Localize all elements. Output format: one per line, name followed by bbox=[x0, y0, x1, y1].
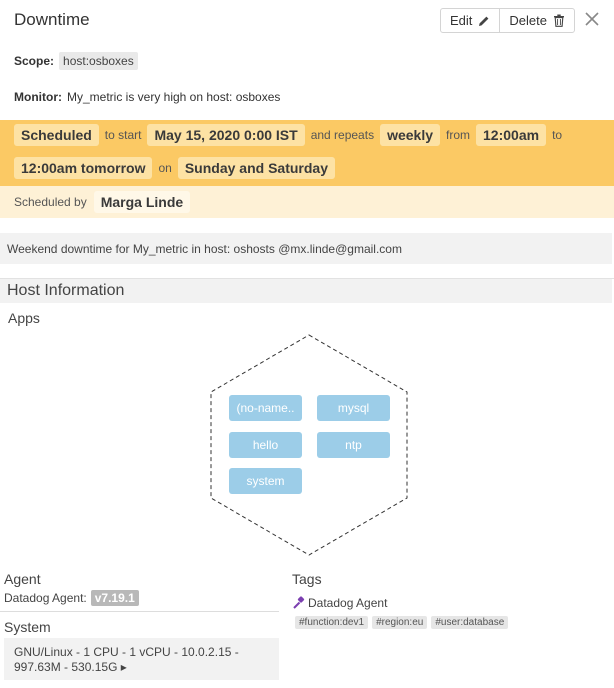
to-text: to bbox=[552, 128, 563, 142]
edit-button[interactable]: Edit bbox=[441, 9, 499, 32]
delete-label: Delete bbox=[509, 13, 547, 28]
delete-button[interactable]: Delete bbox=[499, 9, 574, 32]
days: Sunday and Saturday bbox=[177, 157, 335, 179]
scope-row: Scope: host:osboxes bbox=[14, 52, 138, 70]
page-title: Downtime bbox=[14, 10, 90, 29]
close-icon[interactable] bbox=[584, 11, 600, 27]
agent-text: Datadog Agent: bbox=[4, 591, 87, 605]
monitor-row: Monitor: My_metric is very high on host: … bbox=[14, 90, 280, 104]
divider bbox=[0, 611, 279, 612]
scheduled-by-user: Marga Linde bbox=[93, 191, 191, 213]
header: Downtime Edit Delete bbox=[0, 0, 614, 40]
app-mysql[interactable]: mysql bbox=[317, 395, 390, 421]
host-info-title: Host Information bbox=[0, 279, 612, 303]
tag[interactable]: #region:eu bbox=[372, 616, 428, 629]
tag-list: #function:dev1 #region:eu #user:database bbox=[295, 616, 509, 629]
agent-label: Agent bbox=[4, 571, 41, 587]
edit-label: Edit bbox=[450, 13, 473, 28]
app-ntp[interactable]: ntp bbox=[317, 432, 390, 458]
trash-icon bbox=[553, 14, 564, 27]
to-start-text: to start bbox=[104, 128, 142, 142]
pin-icon bbox=[293, 596, 305, 609]
app-system[interactable]: system bbox=[229, 468, 302, 494]
from-time: 12:00am bbox=[476, 124, 547, 146]
system-label: System bbox=[4, 619, 51, 635]
repeats-text: and repeats bbox=[310, 128, 375, 142]
agent-row: Datadog Agent: v7.19.1 bbox=[4, 590, 139, 606]
apps-label: Apps bbox=[8, 310, 40, 326]
tags-label: Tags bbox=[292, 571, 322, 587]
app-hello[interactable]: hello bbox=[229, 432, 302, 458]
schedule-line-1: Scheduled to start May 15, 2020 0:00 IST… bbox=[14, 124, 568, 146]
pencil-icon bbox=[479, 16, 489, 26]
agent-version: v7.19.1 bbox=[90, 590, 139, 606]
tag[interactable]: #user:database bbox=[431, 616, 509, 629]
tag-source: Datadog Agent bbox=[292, 596, 387, 610]
status-badge: Scheduled bbox=[14, 124, 99, 146]
from-text: from bbox=[446, 128, 471, 142]
schedule-banner: Scheduled to start May 15, 2020 0:00 IST… bbox=[0, 120, 614, 186]
tag-source-label: Datadog Agent bbox=[308, 596, 388, 610]
on-text: on bbox=[158, 161, 172, 175]
action-buttons: Edit Delete bbox=[440, 8, 575, 33]
monitor-label: Monitor: bbox=[14, 90, 62, 104]
scope-chip: host:osboxes bbox=[59, 52, 138, 70]
scope-label: Scope: bbox=[14, 54, 55, 68]
scheduled-by-text: Scheduled by bbox=[14, 195, 87, 209]
start-date: May 15, 2020 0:00 IST bbox=[147, 124, 305, 146]
system-info[interactable]: GNU/Linux - 1 CPU - 1 vCPU - 10.0.2.15 -… bbox=[4, 638, 279, 680]
tag[interactable]: #function:dev1 bbox=[295, 616, 369, 629]
monitor-value: My_metric is very high on host: osboxes bbox=[66, 90, 281, 104]
downtime-message: Weekend downtime for My_metric in host: … bbox=[0, 233, 612, 264]
scheduled-by-row: Scheduled by Marga Linde bbox=[0, 186, 614, 218]
schedule-line-2: 12:00am tomorrow on Sunday and Saturday bbox=[14, 157, 335, 179]
to-time: 12:00am tomorrow bbox=[14, 157, 153, 179]
app-no-name[interactable]: (no-name.. bbox=[229, 395, 302, 421]
frequency: weekly bbox=[380, 124, 441, 146]
